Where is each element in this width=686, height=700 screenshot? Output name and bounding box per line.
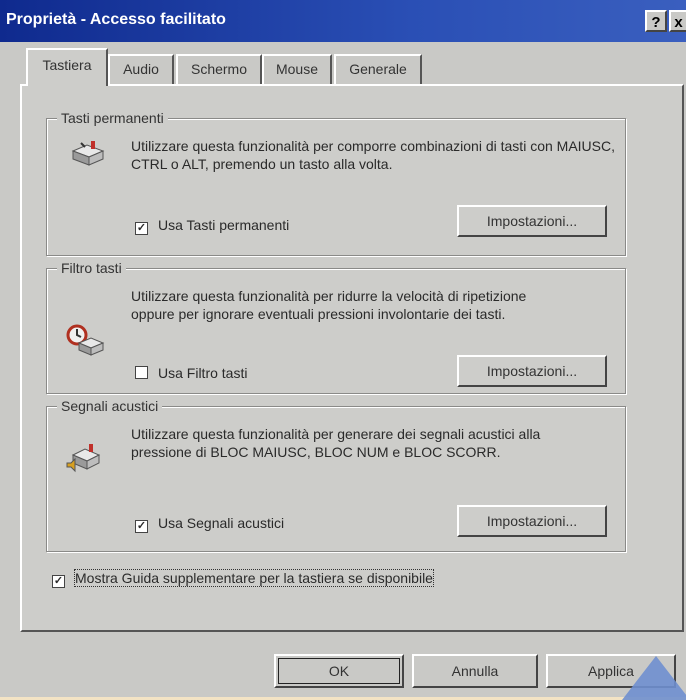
filter-description: Utilizzare questa funzionalità per ridur…	[131, 288, 527, 322]
timer-keyboard-icon	[65, 323, 105, 357]
tab-audio[interactable]: Audio	[108, 54, 174, 84]
toggle-description: Utilizzare questa funzionalità per gener…	[131, 426, 541, 460]
group-label: Tasti permanenti	[57, 110, 168, 126]
ok-button[interactable]: OK	[274, 654, 404, 688]
sticky-checkbox-label: Usa Tasti permanenti	[158, 217, 290, 233]
group-label: Segnali acustici	[57, 398, 163, 414]
filter-checkbox-row[interactable]: Usa Filtro tasti	[135, 365, 247, 381]
close-button[interactable]: x	[669, 10, 686, 32]
corner-arrow-icon	[622, 656, 686, 700]
sticky-checkbox[interactable]: ✓	[135, 222, 148, 235]
group-sticky-keys: Tasti permanenti Utilizzare questa funzi…	[46, 110, 626, 256]
toggle-checkbox-row[interactable]: ✓ Usa Segnali acustici	[135, 515, 284, 533]
filter-settings-button[interactable]: Impostazioni...	[457, 355, 607, 387]
extra-help-label: Mostra Guida supplementare per la tastie…	[74, 569, 434, 587]
toggle-checkbox[interactable]: ✓	[135, 520, 148, 533]
group-filter-keys: Filtro tasti Utilizzare questa funzional…	[46, 260, 626, 394]
speaker-keyboard-icon	[65, 441, 105, 475]
sticky-settings-button[interactable]: Impostazioni...	[457, 205, 607, 237]
toggle-checkbox-label: Usa Segnali acustici	[158, 515, 285, 531]
group-toggle-keys: Segnali acustici Utilizzare questa funzi…	[46, 398, 626, 552]
properties-dialog: Proprietà - Accesso facilitato ? x Tasti…	[0, 0, 686, 700]
filter-checkbox[interactable]	[135, 366, 148, 379]
window-title: Proprietà - Accesso facilitato	[6, 11, 226, 28]
sticky-checkbox-row[interactable]: ✓ Usa Tasti permanenti	[135, 217, 289, 235]
tab-generale[interactable]: Generale	[334, 54, 422, 84]
extra-help-checkbox-row[interactable]: ✓ Mostra Guida supplementare per la tasti…	[52, 569, 434, 588]
tab-mouse[interactable]: Mouse	[262, 54, 332, 84]
sticky-description: Utilizzare questa funzionalità per compo…	[131, 138, 615, 172]
extra-help-checkbox[interactable]: ✓	[52, 575, 65, 588]
group-label: Filtro tasti	[57, 260, 126, 276]
tab-tastiera[interactable]: Tastiera	[26, 48, 108, 86]
filter-checkbox-label: Usa Filtro tasti	[158, 365, 248, 381]
toggle-settings-button[interactable]: Impostazioni...	[457, 505, 607, 537]
title-bar[interactable]: Proprietà - Accesso facilitato ? x	[0, 0, 686, 42]
keyboard-icon	[69, 137, 109, 171]
help-button[interactable]: ?	[645, 10, 667, 32]
cancel-button[interactable]: Annulla	[412, 654, 538, 688]
tab-schermo[interactable]: Schermo	[176, 54, 262, 84]
